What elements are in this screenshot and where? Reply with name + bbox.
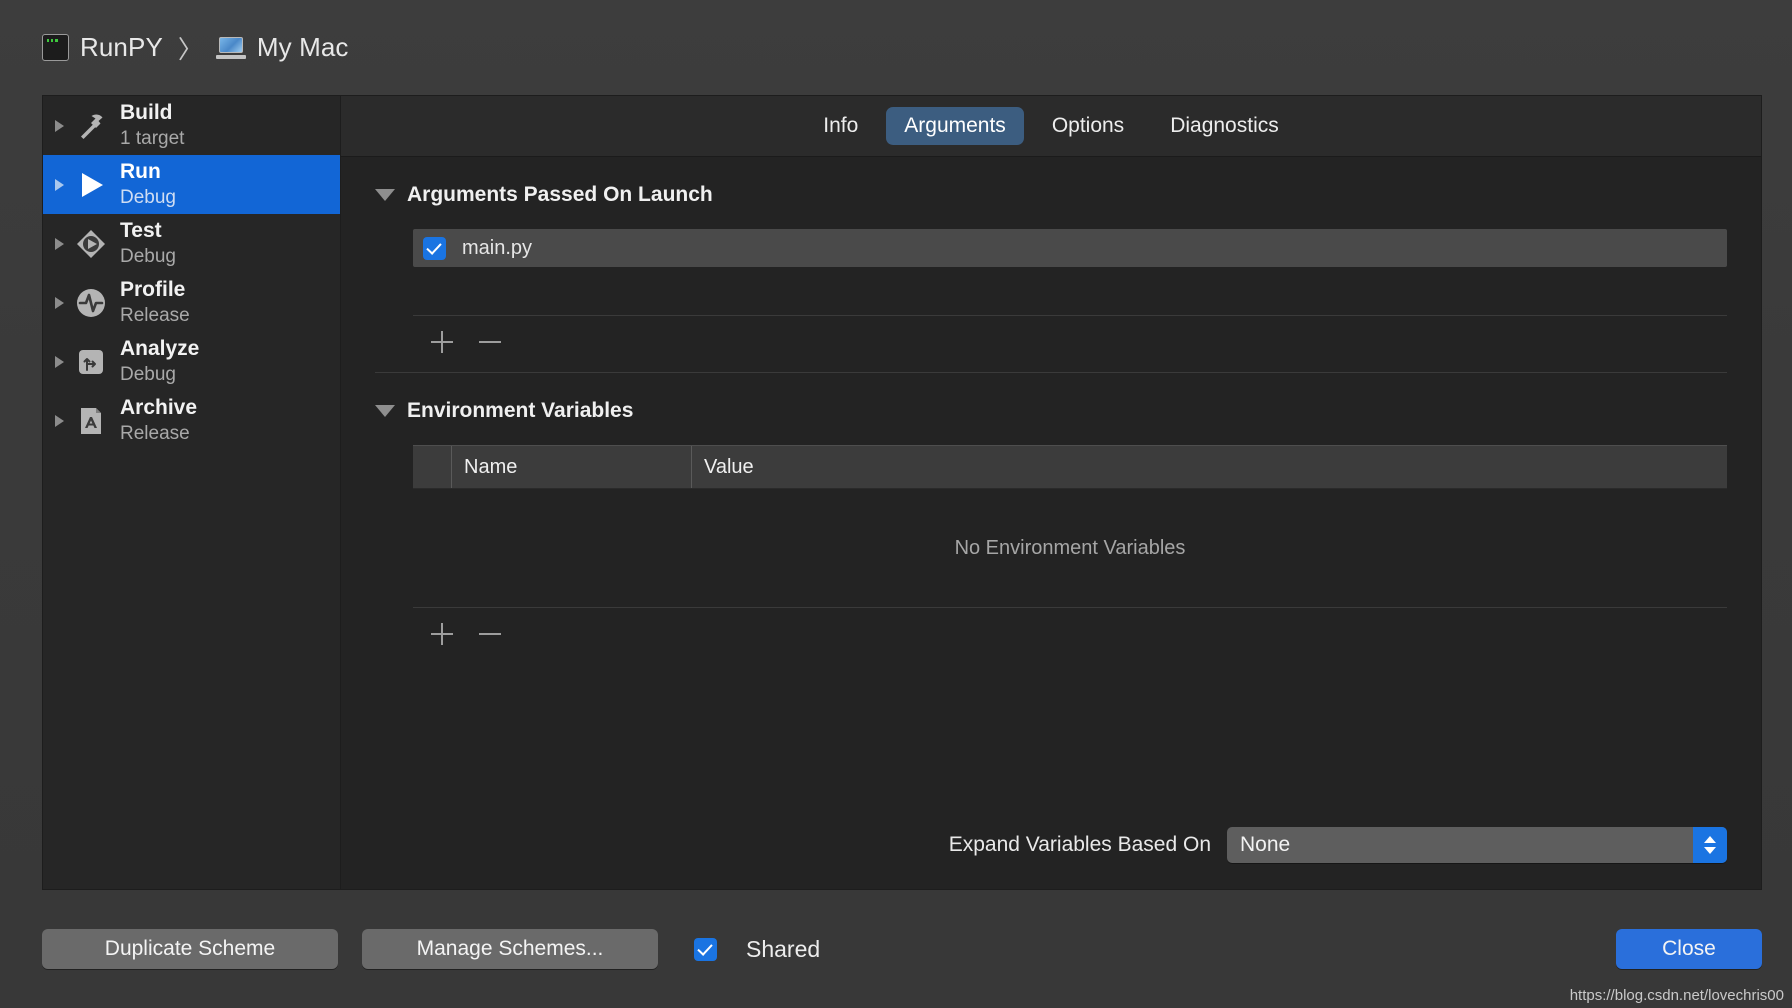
arguments-empty-space [413, 267, 1727, 315]
sidebar-item-analyze[interactable]: Analyze Debug [43, 332, 340, 391]
watermark-url: https://blog.csdn.net/lovechris00 [1569, 987, 1784, 1004]
shared-toggle[interactable]: Shared [694, 936, 820, 963]
tab-bar: Info Arguments Options Diagnostics [341, 96, 1761, 157]
breadcrumb-scheme[interactable]: RunPY [80, 32, 163, 63]
pulse-icon [74, 286, 108, 320]
sidebar-item-subtitle: Debug [120, 246, 176, 268]
play-icon [74, 168, 108, 202]
sidebar-item-test[interactable]: Test Debug [43, 214, 340, 273]
manage-schemes-button[interactable]: Manage Schemes... [362, 929, 658, 969]
disclosure-triangle-icon[interactable] [55, 237, 64, 250]
titlebar: RunPY 〉 My Mac [0, 0, 1792, 95]
shared-checkbox[interactable] [694, 937, 717, 961]
sidebar-item-title: Build [120, 101, 173, 124]
sidebar-item-subtitle: 1 target [120, 128, 185, 150]
arguments-list: main.py [413, 229, 1727, 368]
sidebar-item-title: Run [120, 160, 161, 183]
disclosure-triangle-icon[interactable] [375, 405, 395, 417]
duplicate-scheme-button[interactable]: Duplicate Scheme [42, 929, 338, 969]
sidebar-item-subtitle: Release [120, 423, 190, 445]
plus-icon[interactable] [431, 623, 453, 645]
arguments-toolbar [413, 316, 1727, 368]
argument-checkbox[interactable] [423, 236, 446, 260]
sidebar-item-build[interactable]: Build 1 target [43, 96, 340, 155]
environment-toolbar [413, 608, 1727, 660]
expand-variables-label: Expand Variables Based On [948, 833, 1211, 856]
column-header-name[interactable]: Name [451, 446, 691, 488]
sidebar-item-text: Run Debug [120, 160, 176, 209]
disclosure-triangle-icon[interactable] [55, 355, 64, 368]
breadcrumb: RunPY 〉 My Mac [42, 30, 349, 66]
sidebar-item-subtitle: Release [120, 305, 190, 327]
sidebar-item-run[interactable]: Run Debug [43, 155, 340, 214]
minus-icon[interactable] [479, 331, 501, 353]
sidebar-item-archive[interactable]: Archive Release [43, 391, 340, 450]
tab-diagnostics[interactable]: Diagnostics [1152, 107, 1297, 145]
breadcrumb-separator: 〉 [177, 35, 203, 64]
close-button[interactable]: Close [1616, 929, 1762, 969]
sidebar-item-text: Archive Release [120, 396, 197, 445]
minus-icon[interactable] [479, 623, 501, 645]
sidebar-item-title: Profile [120, 278, 186, 301]
scheme-editor-window: RunPY 〉 My Mac Build 1 target Run Debug … [0, 0, 1792, 1008]
chevron-up-down-icon[interactable] [1693, 827, 1727, 863]
scheme-actions-sidebar: Build 1 target Run Debug Test Debug Prof… [42, 95, 340, 890]
sidebar-item-text: Build 1 target [120, 101, 184, 150]
archive-document-icon [74, 404, 108, 438]
sidebar-item-text: Test Debug [120, 219, 176, 268]
footer-bar: Duplicate Scheme Manage Schemes... Share… [0, 890, 1792, 1008]
disclosure-triangle-icon[interactable] [55, 178, 64, 191]
environment-header-gutter [413, 446, 451, 488]
tab-options[interactable]: Options [1034, 107, 1142, 145]
mac-laptop-icon [215, 36, 246, 59]
environment-section-title: Environment Variables [407, 399, 634, 422]
expand-variables-row: Expand Variables Based On None [341, 827, 1727, 863]
argument-label: main.py [462, 236, 533, 259]
sidebar-item-subtitle: Debug [120, 187, 176, 209]
arguments-section-header: Arguments Passed On Launch [375, 157, 1727, 207]
arguments-section-title: Arguments Passed On Launch [407, 183, 713, 206]
sidebar-item-subtitle: Debug [120, 364, 176, 386]
analyze-arrows-icon [74, 345, 108, 379]
disclosure-triangle-icon[interactable] [55, 119, 64, 132]
environment-empty-message: No Environment Variables [413, 489, 1727, 607]
breadcrumb-destination[interactable]: My Mac [257, 32, 349, 63]
environment-table: Name Value No Environment Variables [413, 445, 1727, 660]
sidebar-item-text: Profile Release [120, 278, 190, 327]
hammer-icon [74, 109, 108, 143]
sidebar-item-profile[interactable]: Profile Release [43, 273, 340, 332]
content-pane: Info Arguments Options Diagnostics Argum… [340, 95, 1762, 890]
column-header-value[interactable]: Value [691, 446, 1727, 488]
tab-arguments[interactable]: Arguments [886, 107, 1024, 145]
tab-info[interactable]: Info [805, 107, 876, 145]
environment-table-header: Name Value [413, 445, 1727, 489]
environment-section-header: Environment Variables [375, 373, 1727, 423]
disclosure-triangle-icon[interactable] [55, 296, 64, 309]
expand-variables-value: None [1240, 833, 1291, 856]
sidebar-item-title: Test [120, 219, 162, 242]
shared-label: Shared [746, 935, 821, 962]
sidebar-item-title: Analyze [120, 337, 200, 360]
scheme-icon [42, 34, 69, 61]
arguments-pane: Arguments Passed On Launch main.py Envir… [341, 157, 1761, 889]
sidebar-item-text: Analyze Debug [120, 337, 199, 386]
expand-variables-popup[interactable]: None [1227, 827, 1727, 863]
editor-body: Build 1 target Run Debug Test Debug Prof… [0, 95, 1792, 890]
disclosure-triangle-icon[interactable] [55, 414, 64, 427]
argument-row[interactable]: main.py [413, 229, 1727, 267]
disclosure-triangle-icon[interactable] [375, 189, 395, 201]
plus-icon[interactable] [431, 331, 453, 353]
test-diamond-icon [74, 227, 108, 261]
sidebar-item-title: Archive [120, 396, 198, 419]
